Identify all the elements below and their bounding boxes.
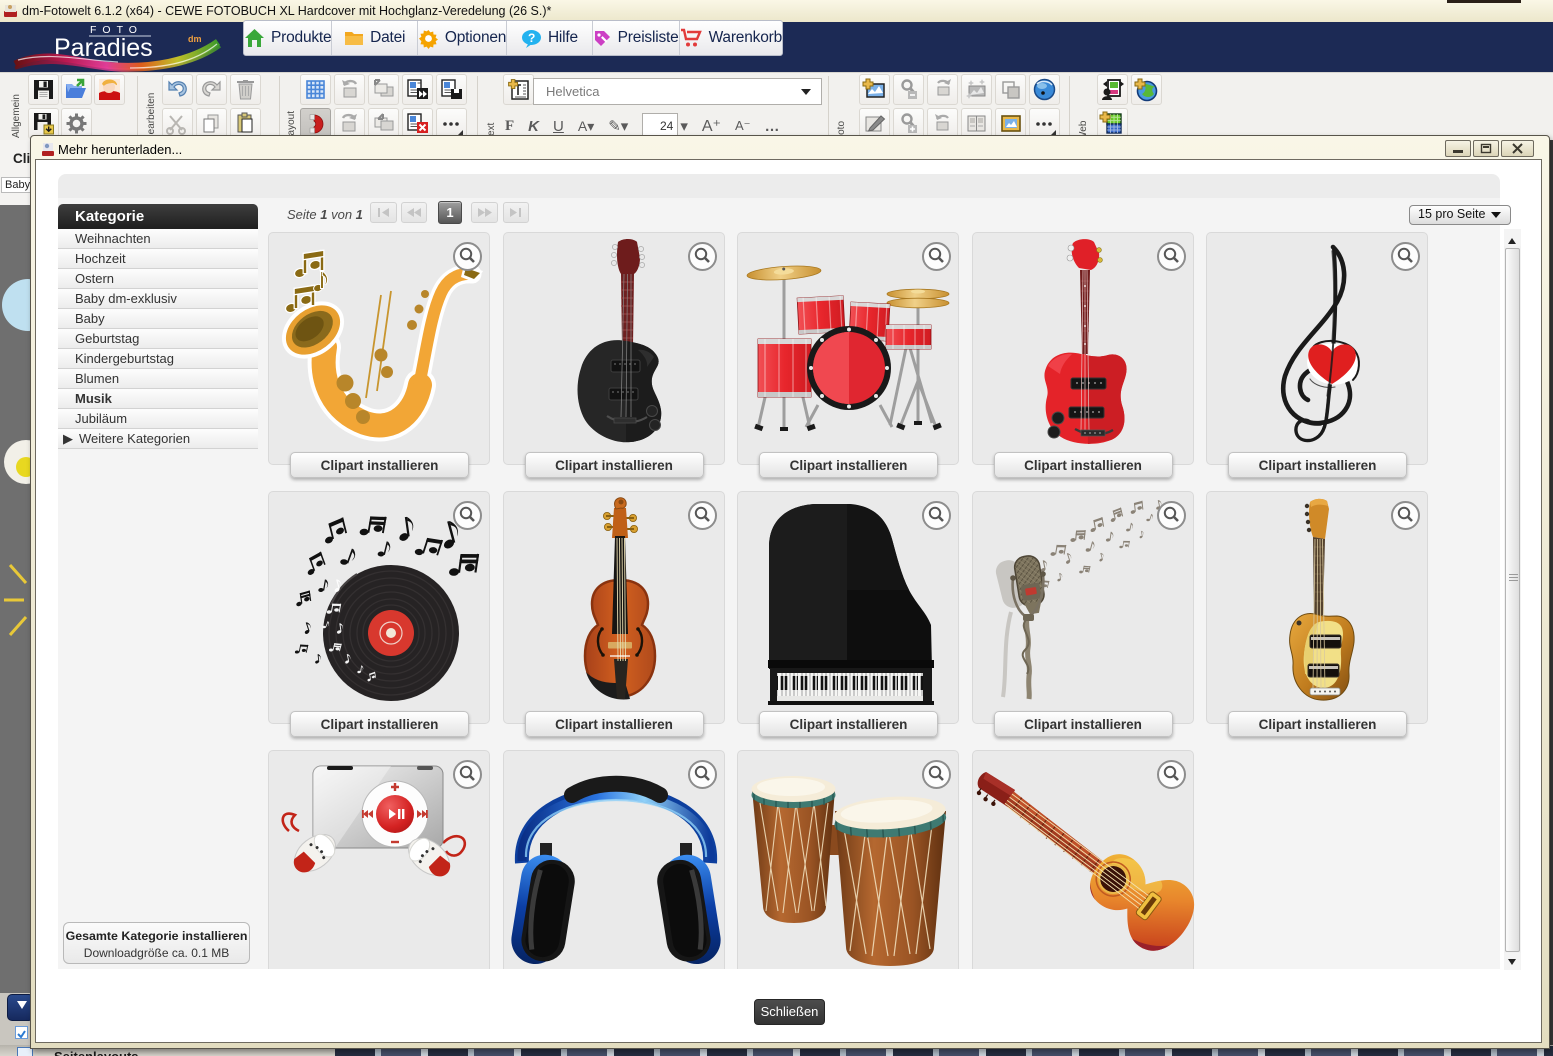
svg-text:dm: dm <box>188 34 202 44</box>
svg-text:?: ? <box>528 31 535 45</box>
